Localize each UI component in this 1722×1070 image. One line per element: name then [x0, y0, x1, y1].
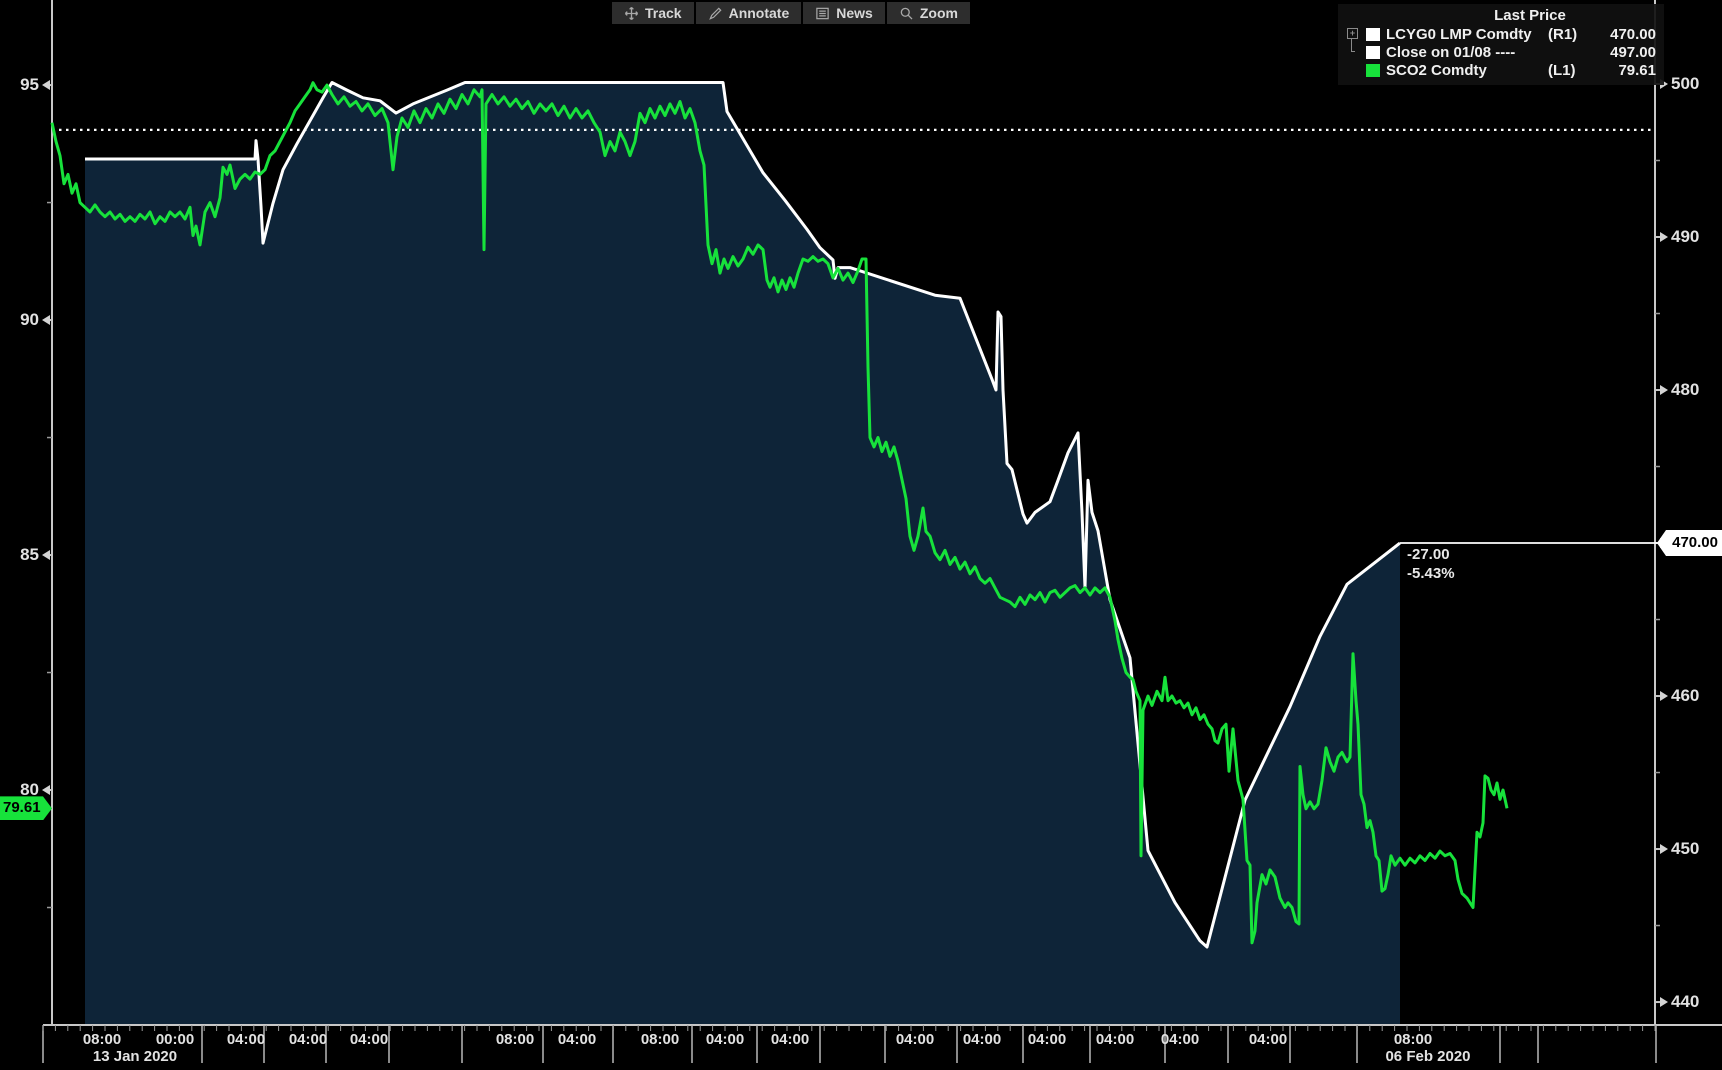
- toolbar-button-label: News: [836, 5, 873, 21]
- annotate-icon: [708, 6, 723, 21]
- tick-arrow-icon: [42, 550, 50, 560]
- toolbar-button-label: Track: [645, 5, 682, 21]
- left-axis-tick-label: 95: [0, 75, 50, 95]
- legend-title: Last Price: [1344, 7, 1656, 24]
- tick-value: 500: [1671, 74, 1699, 94]
- track-icon: [624, 6, 639, 21]
- x-axis-time-label: 08:00: [83, 1031, 121, 1048]
- tick-value: 85: [20, 545, 39, 565]
- x-axis-time-label: 04:00: [1096, 1031, 1134, 1048]
- tick-arrow-icon: [1660, 232, 1668, 242]
- tick-arrow-icon: [42, 315, 50, 325]
- price-chart: Track Annotate News Zoom Last Price + LCYG0 …: [0, 0, 1722, 1070]
- change-annotation: -27.00 -5.43%: [1407, 545, 1455, 583]
- right-axis-tick-label: 490: [1660, 227, 1699, 247]
- tick-arrow-icon: [42, 80, 50, 90]
- x-axis-time-label: 00:00: [156, 1031, 194, 1048]
- last-price-label-left: 79.61: [0, 796, 52, 820]
- legend-panel: Last Price +LCYG0 LMP Comdty(R1)470.00Cl…: [1338, 4, 1664, 85]
- series-value: 79.61: [1594, 62, 1656, 79]
- x-axis-time-label: 08:00: [496, 1031, 534, 1048]
- zoom-button[interactable]: Zoom: [887, 2, 970, 24]
- tick-arrow-icon: [42, 785, 50, 795]
- tick-value: 490: [1671, 227, 1699, 247]
- x-axis-date-label: 06 Feb 2020: [1385, 1048, 1470, 1065]
- x-axis-time-label: 04:00: [963, 1031, 1001, 1048]
- series-axis-tag: (R1): [1548, 26, 1594, 43]
- x-axis-time-label: 08:00: [641, 1031, 679, 1048]
- news-button[interactable]: News: [803, 2, 885, 24]
- right-axis-tick-label: 480: [1660, 380, 1699, 400]
- toolbar-button-label: Zoom: [920, 5, 958, 21]
- legend-row[interactable]: + LCYG0 LMP Comdty(R1)470.00: [1344, 26, 1656, 43]
- right-axis-tick-label: 440: [1660, 992, 1699, 1012]
- area-fill: [85, 83, 1400, 1026]
- right-axis-tick-label: 460: [1660, 686, 1699, 706]
- tick-value: 440: [1671, 992, 1699, 1012]
- tick-value: 480: [1671, 380, 1699, 400]
- tick-value: 95: [20, 75, 39, 95]
- series-label: LCYG0 LMP Comdty: [1386, 26, 1548, 43]
- right-axis-tick-label: 500: [1660, 74, 1699, 94]
- left-axis-tick-label: 90: [0, 310, 50, 330]
- track-button[interactable]: Track: [612, 2, 694, 24]
- series-swatch-icon: [1366, 46, 1380, 59]
- legend-expand-icon[interactable]: +: [1344, 26, 1366, 43]
- series-value: 470.00: [1594, 26, 1656, 43]
- x-axis-time-label: 04:00: [227, 1031, 265, 1048]
- series-axis-tag: (L1): [1548, 62, 1594, 79]
- annotate-button[interactable]: Annotate: [696, 2, 802, 24]
- series-swatch-icon: [1366, 64, 1380, 77]
- x-axis-date-label: 13 Jan 2020: [93, 1048, 177, 1065]
- tick-arrow-icon: [1660, 385, 1668, 395]
- x-axis-time-label: 04:00: [1249, 1031, 1287, 1048]
- x-axis-time-label: 04:00: [771, 1031, 809, 1048]
- legend-row[interactable]: Close on 01/08 ---- 497.00: [1344, 44, 1656, 61]
- toolbar-button-label: Annotate: [729, 5, 790, 21]
- x-axis-time-label: 04:00: [1161, 1031, 1199, 1048]
- legend-row[interactable]: SCO2 Comdty(L1)79.61: [1344, 62, 1656, 79]
- tick-arrow-icon: [1660, 844, 1668, 854]
- tick-value: 450: [1671, 839, 1699, 859]
- x-axis-time-label: 04:00: [896, 1031, 934, 1048]
- x-axis-time-label: 04:00: [289, 1031, 327, 1048]
- series-value: 497.00: [1594, 44, 1656, 61]
- left-axis-tick-label: 85: [0, 545, 50, 565]
- legend-tree-spacer: [1344, 44, 1366, 61]
- right-axis-tick-label: 450: [1660, 839, 1699, 859]
- plot-area[interactable]: [0, 0, 1722, 1070]
- zoom-icon: [899, 6, 914, 21]
- x-axis-time-label: 04:00: [1028, 1031, 1066, 1048]
- x-axis-time-label: 04:00: [558, 1031, 596, 1048]
- tick-value: 460: [1671, 686, 1699, 706]
- x-axis-time-label: 04:00: [350, 1031, 388, 1048]
- legend-tree-spacer: [1344, 62, 1366, 79]
- series-label: SCO2 Comdty: [1386, 62, 1548, 79]
- news-icon: [815, 6, 830, 21]
- tick-arrow-icon: [1660, 997, 1668, 1007]
- series-label: Close on 01/08 ----: [1386, 44, 1548, 61]
- x-axis-time-label: 04:00: [706, 1031, 744, 1048]
- change-percent: -5.43%: [1407, 564, 1455, 583]
- series-swatch-icon: [1366, 28, 1380, 41]
- x-axis-time-label: 08:00: [1394, 1031, 1432, 1048]
- tick-value: 90: [20, 310, 39, 330]
- last-price-label-right: 470.00: [1657, 530, 1722, 556]
- tick-arrow-icon: [1660, 691, 1668, 701]
- chart-toolbar: Track Annotate News Zoom: [612, 2, 970, 24]
- change-absolute: -27.00: [1407, 545, 1455, 564]
